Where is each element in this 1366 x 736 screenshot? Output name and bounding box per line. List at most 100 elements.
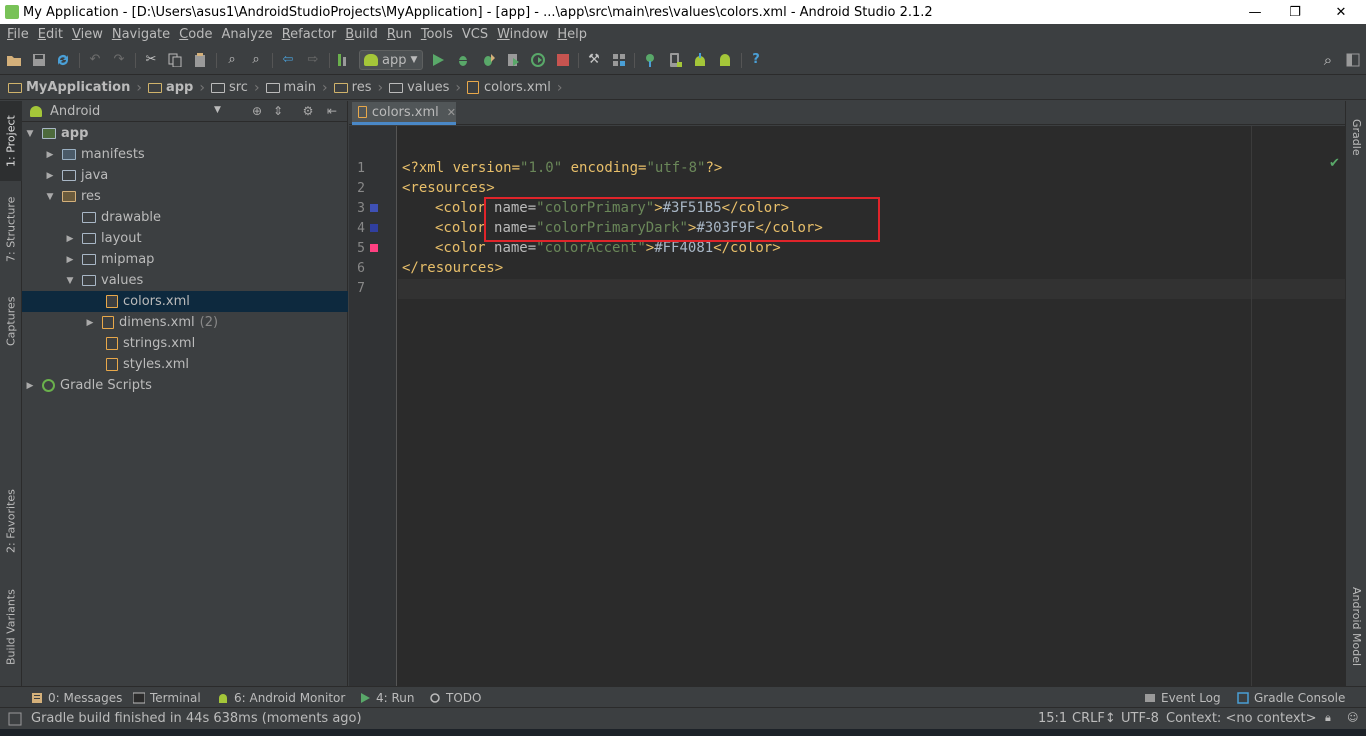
tab-gradle-console[interactable]: Gradle Console [1237, 689, 1345, 707]
close-tab-icon[interactable]: ✕ [447, 106, 456, 119]
menu-code[interactable]: Code [176, 27, 218, 42]
context-indicator[interactable]: Context: <no context> [1166, 711, 1317, 726]
restore-button[interactable]: ❐ [1272, 0, 1318, 24]
cut-icon[interactable]: ✂ [143, 52, 159, 68]
menu-navigate[interactable]: Navigate [109, 27, 176, 42]
copy-icon[interactable] [167, 52, 183, 68]
tree-item-drawable[interactable]: drawable [22, 207, 348, 228]
tree-item-values[interactable]: ▼ values [22, 270, 348, 291]
attach-debugger-icon[interactable] [480, 52, 496, 68]
tab-project[interactable]: 1: Project [0, 101, 22, 181]
tab-todo[interactable]: TODO [429, 689, 481, 707]
scroll-from-source-icon[interactable]: ⊕ [250, 104, 264, 118]
breadcrumb-item-app[interactable]: app [147, 80, 193, 95]
gear-icon[interactable]: ⚙ [301, 104, 315, 118]
tab-structure[interactable]: 7: Structure [0, 189, 22, 269]
sdk-manager-icon[interactable] [692, 52, 708, 68]
menu-edit[interactable]: Edit [35, 27, 69, 42]
breadcrumb-item-colors-xml[interactable]: colors.xml [467, 80, 551, 95]
sync-icon[interactable] [55, 52, 71, 68]
tree-item-colors-xml[interactable]: colors.xml [22, 291, 348, 312]
tab-messages[interactable]: 0: Messages [31, 689, 122, 707]
menu-vcs[interactable]: VCS [459, 27, 494, 42]
search-everywhere-icon[interactable]: ⌕ [1320, 52, 1336, 68]
tab-android-monitor[interactable]: 6: Android Monitor [217, 689, 345, 707]
breadcrumb-item-main[interactable]: main [265, 80, 316, 95]
color-swatch-accent[interactable] [370, 244, 378, 252]
coverage-icon[interactable] [505, 52, 521, 68]
hector-icon[interactable]: ☺ [1347, 711, 1358, 724]
menu-window[interactable]: Window [494, 27, 554, 42]
tab-build-variants[interactable]: Build Variants [0, 579, 22, 675]
undo-icon[interactable]: ↶ [87, 52, 103, 68]
settings-icon[interactable]: ⚒ [586, 52, 602, 68]
code-area[interactable]: <?xml version="1.0" encoding="utf-8"?> <… [398, 126, 1345, 686]
code-editor[interactable]: 1 2 3 4 5 6 7 <?xml version="1.0" encodi… [349, 126, 1345, 686]
tab-gradle[interactable]: Gradle [1346, 107, 1366, 167]
tree-item-java[interactable]: ▶ java [22, 165, 348, 186]
debug-icon[interactable] [455, 52, 471, 68]
expanded-arrow-icon: ▼ [66, 275, 74, 286]
menu-run[interactable]: Run [384, 27, 418, 42]
menu-view[interactable]: View [69, 27, 109, 42]
open-folder-icon[interactable] [6, 52, 22, 68]
project-view-selector[interactable]: Android ▼ ⊕ ⇕ ⚙ ⇤ [22, 101, 347, 122]
toggle-tool-windows-icon[interactable] [8, 712, 22, 726]
editor-tab-colors-xml[interactable]: colors.xml ✕ [352, 102, 456, 125]
tree-item-res[interactable]: ▼ res [22, 186, 348, 207]
menu-build[interactable]: Build [342, 27, 384, 42]
color-swatch-primary-dark[interactable] [370, 224, 378, 232]
chevron-down-icon: ▼ [410, 55, 418, 65]
avd-manager-icon[interactable] [667, 52, 683, 68]
tree-item-styles-xml[interactable]: styles.xml [22, 354, 348, 375]
tree-item-manifests[interactable]: ▶ manifests [22, 144, 348, 165]
tree-item-mipmap[interactable]: ▶ mipmap [22, 249, 348, 270]
tree-item-dimens-xml[interactable]: ▶ dimens.xml (2) [22, 312, 348, 333]
back-icon[interactable]: ⇦ [280, 52, 296, 68]
breadcrumb-item-res[interactable]: res [333, 80, 371, 95]
project-structure-icon[interactable] [611, 52, 627, 68]
tab-captures[interactable]: Captures [0, 283, 22, 359]
run-configuration-select[interactable]: app ▼ [359, 50, 423, 70]
color-swatch-primary[interactable] [370, 204, 378, 212]
save-all-icon[interactable] [31, 52, 47, 68]
apply-changes-icon[interactable] [530, 52, 546, 68]
menu-file[interactable]: File [4, 27, 35, 42]
tree-item-strings-xml[interactable]: strings.xml [22, 333, 348, 354]
stop-icon[interactable] [555, 52, 571, 68]
line-separator[interactable]: CRLF↕ [1072, 711, 1116, 726]
breadcrumb-item-src[interactable]: src [210, 80, 248, 95]
tab-event-log[interactable]: Event Log [1144, 689, 1221, 707]
hide-panel-icon[interactable]: ⇤ [325, 104, 339, 118]
tree-item-layout[interactable]: ▶ layout [22, 228, 348, 249]
menu-refactor[interactable]: Refactor [279, 27, 343, 42]
editor-gutter: 1 2 3 4 5 6 7 [349, 126, 397, 686]
android-device-monitor-icon[interactable] [717, 52, 733, 68]
find-icon[interactable]: ⌕ [224, 52, 240, 68]
paste-icon[interactable] [192, 52, 208, 68]
help-icon[interactable]: ? [748, 52, 764, 68]
lock-icon[interactable]: 🔒︎ [1325, 711, 1331, 725]
make-project-icon[interactable] [336, 52, 352, 68]
breadcrumb-item-values[interactable]: values [389, 80, 449, 95]
tab-run[interactable]: 4: Run [359, 689, 415, 707]
redo-icon[interactable]: ↷ [111, 52, 127, 68]
file-encoding[interactable]: UTF-8 [1121, 711, 1159, 726]
close-button[interactable]: ✕ [1318, 0, 1364, 24]
tab-android-model[interactable]: Android Model [1346, 575, 1366, 679]
collapse-all-icon[interactable]: ⇕ [271, 104, 285, 118]
forward-icon[interactable]: ⇨ [305, 52, 321, 68]
sync-gradle-icon[interactable] [642, 52, 658, 68]
menu-analyze[interactable]: Analyze [218, 27, 278, 42]
menu-help[interactable]: Help [554, 27, 593, 42]
caret-position[interactable]: 15:1 [1038, 711, 1067, 726]
tab-favorites[interactable]: 2: Favorites [0, 476, 22, 566]
layout-icon[interactable] [1345, 52, 1361, 68]
tree-item-gradle-scripts[interactable]: ▶ Gradle Scripts [22, 375, 348, 396]
replace-icon[interactable]: ⌕ [248, 52, 264, 68]
tree-item-app[interactable]: ▼ app [22, 123, 348, 144]
menu-tools[interactable]: Tools [418, 27, 459, 42]
breadcrumb-item-myapplication[interactable]: MyApplication [8, 80, 130, 95]
tab-terminal[interactable]: Terminal [133, 689, 201, 707]
run-icon[interactable] [430, 52, 446, 68]
